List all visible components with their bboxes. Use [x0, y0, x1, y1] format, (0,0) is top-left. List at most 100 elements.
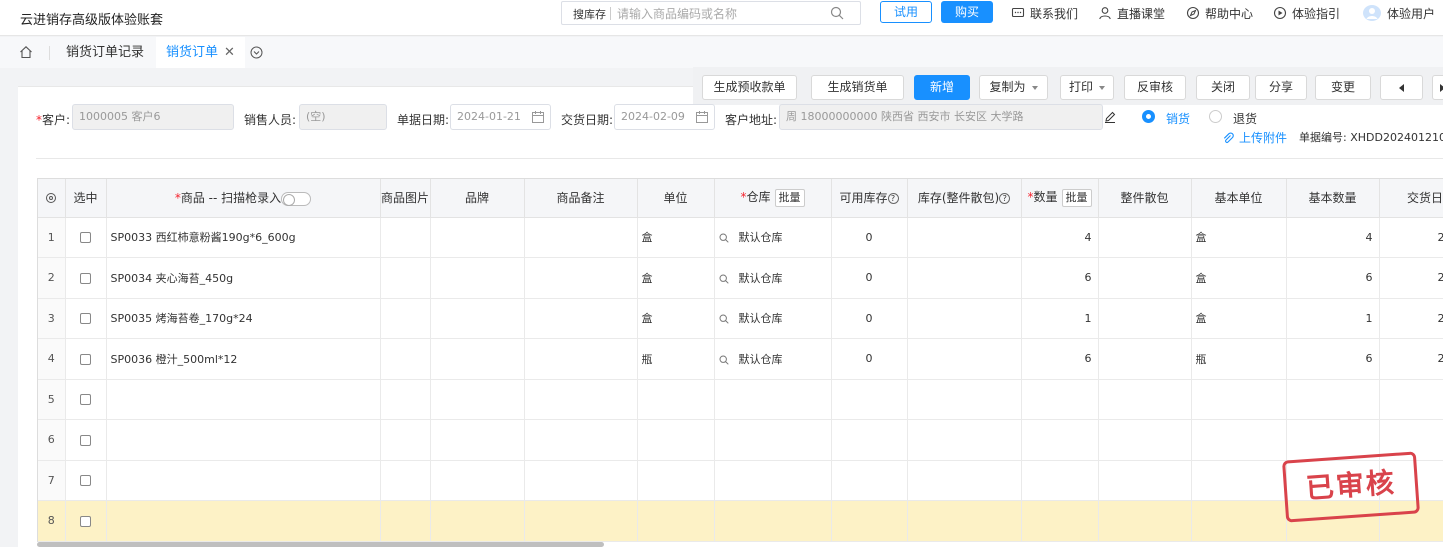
row-checkbox[interactable]: [80, 272, 91, 284]
search-icon[interactable]: [718, 355, 729, 365]
horizontal-scrollbar[interactable]: [37, 542, 604, 547]
brand-cell[interactable]: [430, 338, 525, 380]
table-row[interactable]: 4SP0036 橙汁_500ml*12瓶默认仓库06瓶62024-0: [38, 338, 1443, 380]
delivery-date-cell[interactable]: [1379, 379, 1443, 420]
customer-field[interactable]: 1000005 客户6: [72, 104, 234, 130]
search-icon[interactable]: [718, 233, 729, 243]
product-cell[interactable]: SP0035 烤海苔卷_170g*24: [106, 298, 381, 339]
base-qty-cell[interactable]: 1: [1286, 298, 1380, 339]
address-field[interactable]: 周 18000000000 陕西省 西安市 长安区 大学路: [779, 104, 1103, 130]
warehouse-cell[interactable]: [714, 500, 832, 542]
remark-cell[interactable]: [524, 338, 638, 380]
row-select[interactable]: [65, 419, 107, 461]
search-icon[interactable]: [718, 274, 729, 284]
unit-cell[interactable]: [637, 419, 715, 461]
help-icon[interactable]: ?: [887, 193, 899, 205]
quantity-cell[interactable]: 6: [1021, 338, 1099, 380]
remark-cell[interactable]: [524, 500, 638, 542]
brand-cell[interactable]: [430, 298, 525, 339]
image-cell[interactable]: [380, 379, 431, 420]
table-row[interactable]: 8: [38, 500, 1443, 542]
unit-cell[interactable]: 盒: [637, 298, 715, 339]
scanner-toggle[interactable]: [281, 191, 312, 206]
row-checkbox[interactable]: [80, 232, 91, 244]
pack-cell[interactable]: [1098, 419, 1192, 461]
available-stock-cell[interactable]: 0: [831, 338, 908, 380]
brand-cell[interactable]: [430, 460, 525, 501]
close-icon[interactable]: ✕: [224, 45, 235, 60]
base-unit-cell[interactable]: 瓶: [1191, 338, 1287, 380]
warehouse-cell[interactable]: [714, 460, 832, 501]
table-row[interactable]: 5: [38, 379, 1443, 420]
search-icon[interactable]: [718, 314, 729, 324]
stock-pack-cell[interactable]: [907, 419, 1022, 461]
quantity-cell[interactable]: [1021, 500, 1099, 542]
row-select[interactable]: [65, 500, 107, 542]
pack-cell[interactable]: [1098, 338, 1192, 380]
prev-button[interactable]: [1380, 75, 1423, 100]
warehouse-cell[interactable]: 默认仓库: [714, 338, 832, 380]
bill-date-field[interactable]: 2024-01-21: [450, 104, 551, 130]
image-cell[interactable]: [380, 217, 431, 258]
base-unit-cell[interactable]: [1191, 419, 1287, 461]
product-cell[interactable]: [106, 500, 381, 542]
trial-button[interactable]: 试用: [880, 1, 932, 23]
product-cell[interactable]: SP0036 橙汁_500ml*12: [106, 338, 381, 380]
close-button[interactable]: 关闭: [1196, 75, 1250, 100]
stock-pack-cell[interactable]: [907, 298, 1022, 339]
search-prefix[interactable]: 搜库存: [573, 6, 606, 22]
chevron-down-icon[interactable]: [250, 46, 263, 59]
brand-cell[interactable]: [430, 257, 525, 299]
new-button[interactable]: 新增: [914, 75, 970, 100]
row-checkbox[interactable]: [80, 434, 91, 446]
row-checkbox[interactable]: [80, 353, 91, 365]
pack-cell[interactable]: [1098, 217, 1192, 258]
warehouse-batch-button[interactable]: 批量: [774, 189, 805, 208]
sale-radio-label[interactable]: 销货: [1166, 110, 1190, 127]
base-qty-cell[interactable]: [1286, 379, 1380, 420]
row-checkbox[interactable]: [80, 475, 91, 487]
row-select[interactable]: [65, 257, 107, 299]
tab-sales-order[interactable]: 销货订单 ✕: [156, 37, 245, 68]
calendar-icon[interactable]: [695, 110, 709, 124]
live-class-link[interactable]: 直播课堂: [1098, 4, 1165, 22]
quantity-cell[interactable]: 4: [1021, 217, 1099, 258]
edit-icon[interactable]: [1104, 111, 1116, 123]
unit-cell[interactable]: 瓶: [637, 338, 715, 380]
base-unit-cell[interactable]: 盒: [1191, 257, 1287, 299]
remark-cell[interactable]: [524, 379, 638, 420]
return-radio-label[interactable]: 退货: [1233, 110, 1257, 127]
image-cell[interactable]: [380, 298, 431, 339]
unit-cell[interactable]: [637, 500, 715, 542]
row-checkbox[interactable]: [80, 313, 91, 325]
table-row[interactable]: 7: [38, 460, 1443, 501]
home-icon[interactable]: [19, 45, 33, 59]
image-cell[interactable]: [380, 500, 431, 542]
pack-cell[interactable]: [1098, 298, 1192, 339]
row-select[interactable]: [65, 379, 107, 420]
stock-pack-cell[interactable]: [907, 217, 1022, 258]
remark-cell[interactable]: [524, 460, 638, 501]
available-stock-cell[interactable]: [831, 379, 908, 420]
table-row[interactable]: 3SP0035 烤海苔卷_170g*24盒默认仓库01盒12024-0: [38, 298, 1443, 339]
share-button[interactable]: 分享: [1255, 75, 1307, 100]
remark-cell[interactable]: [524, 257, 638, 299]
brand-cell[interactable]: [430, 500, 525, 542]
product-cell[interactable]: [106, 379, 381, 420]
brand-cell[interactable]: [430, 379, 525, 420]
brand-cell[interactable]: [430, 419, 525, 461]
quantity-batch-button[interactable]: 批量: [1061, 189, 1092, 208]
pack-cell[interactable]: [1098, 460, 1192, 501]
product-cell[interactable]: [106, 419, 381, 461]
base-unit-cell[interactable]: [1191, 379, 1287, 420]
pack-cell[interactable]: [1098, 500, 1192, 542]
row-select[interactable]: [65, 460, 107, 501]
base-qty-cell[interactable]: 6: [1286, 338, 1380, 380]
remark-cell[interactable]: [524, 419, 638, 461]
product-cell[interactable]: [106, 460, 381, 501]
return-radio[interactable]: [1209, 110, 1222, 123]
base-unit-cell[interactable]: 盒: [1191, 298, 1287, 339]
row-select[interactable]: [65, 217, 107, 258]
product-cell[interactable]: SP0034 夹心海苔_450g: [106, 257, 381, 299]
inventory-search[interactable]: 搜库存 请输入商品编码或名称: [561, 1, 861, 25]
